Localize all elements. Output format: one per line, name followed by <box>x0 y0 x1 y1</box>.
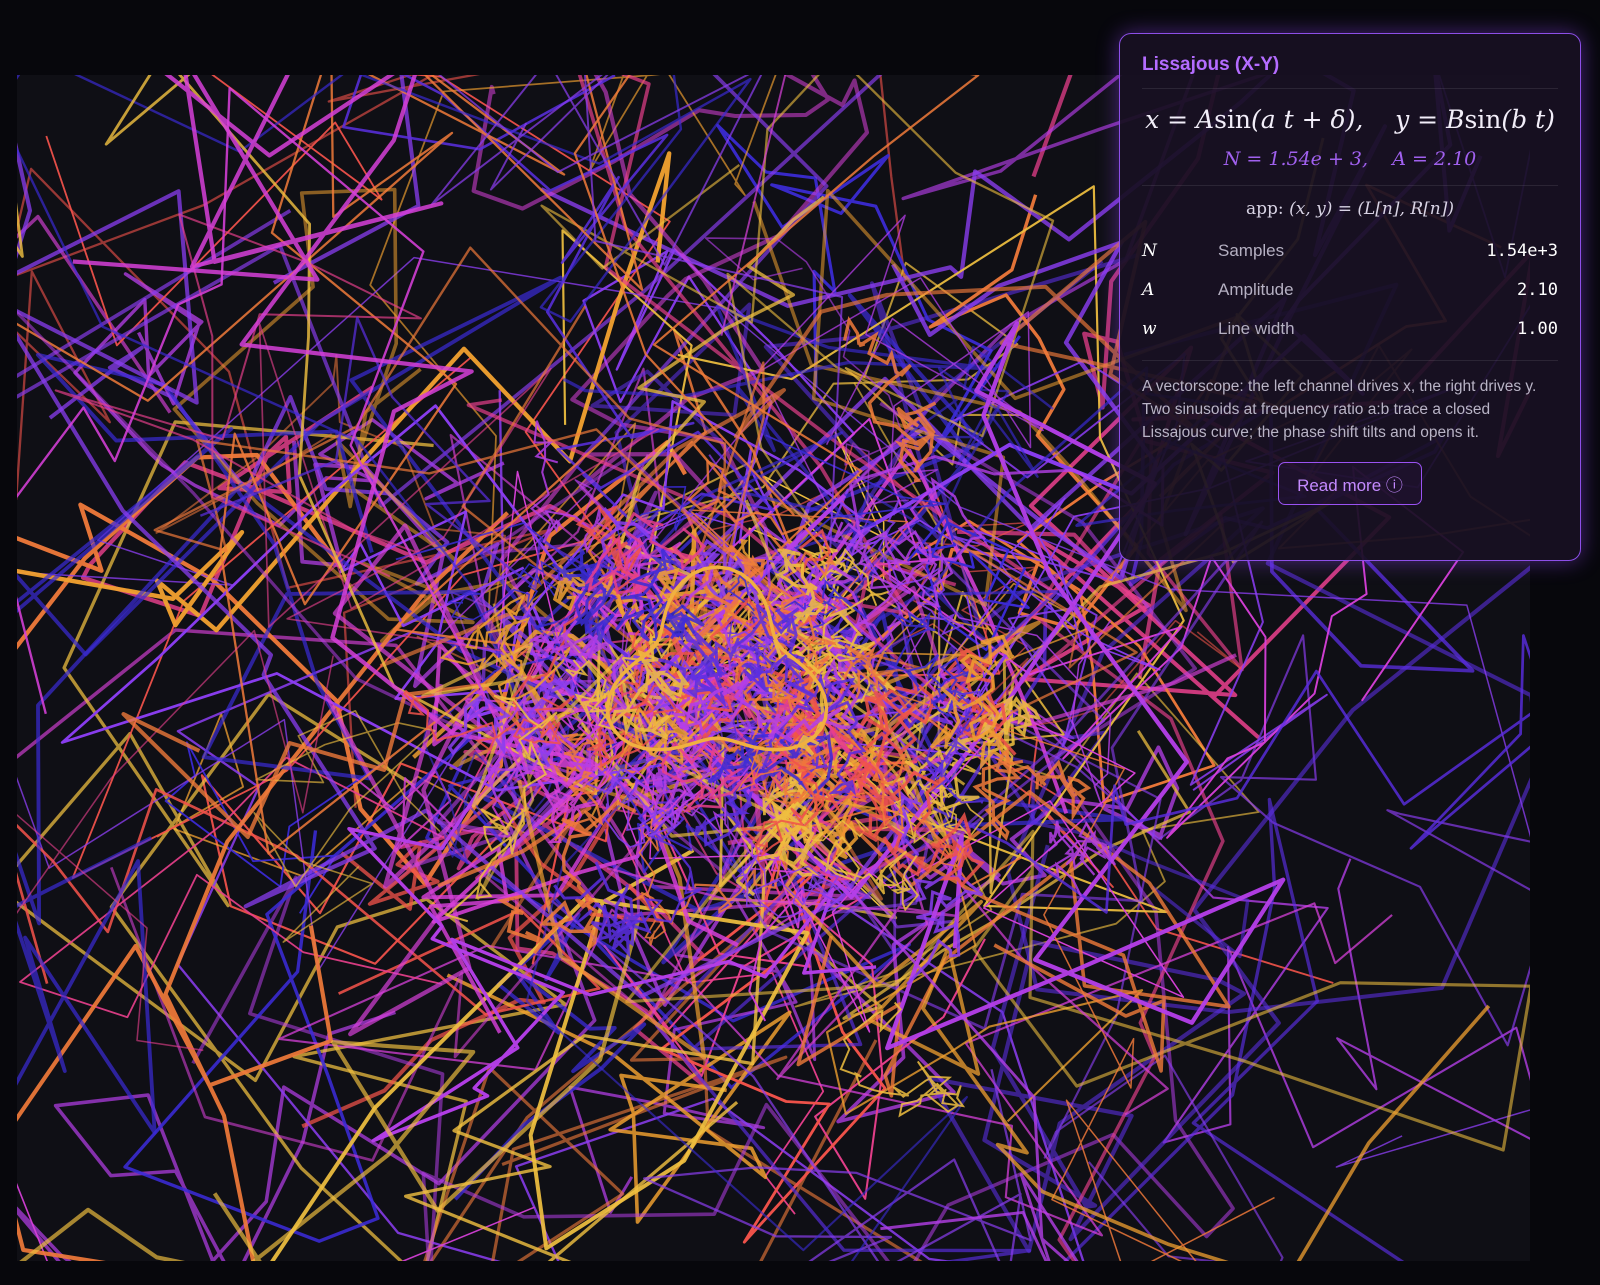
formula-x-arg: (a t + δ), <box>1251 105 1364 134</box>
formula-x-lhs: x <box>1145 105 1160 134</box>
param-symbol: A <box>1142 279 1155 300</box>
app-mapping: app: (x, y) = (L[n], R[n]) <box>1142 199 1558 219</box>
formula: x = Asin(a t + δ), y = Bsin(b t) <box>1142 105 1558 134</box>
app-prefix: app: <box>1246 199 1290 219</box>
param-label: Amplitude <box>1218 279 1294 299</box>
info-panel: Lissajous (X-Y) x = Asin(a t + δ), y = B… <box>1119 33 1581 561</box>
formula-y-amp: B <box>1446 105 1465 134</box>
read-more-button[interactable]: Read more ⓘ <box>1278 462 1422 505</box>
param-value: 1.54e+3 <box>1486 240 1558 261</box>
param-value: 1.00 <box>1517 318 1558 339</box>
param-table: N Samples 1.54e+3 A Amplitude 2.10 w Lin… <box>1142 231 1558 348</box>
description: A vectorscope: the left channel drives x… <box>1142 360 1558 444</box>
params-line: N = 1.54e + 3, A = 2.10 <box>1142 148 1558 186</box>
formula-eq: = <box>1167 105 1189 134</box>
param-label: Samples <box>1218 240 1285 260</box>
param-row-line-width: w Line width 1.00 <box>1142 309 1558 348</box>
formula-y-arg: (b t) <box>1501 105 1555 134</box>
param-a: A = 2.10 <box>1392 148 1477 170</box>
param-label: Line width <box>1218 318 1295 338</box>
formula-fn-2: sin <box>1464 105 1502 134</box>
formula-eq-2: = <box>1417 105 1439 134</box>
param-row-amplitude: A Amplitude 2.10 <box>1142 270 1558 309</box>
panel-title: Lissajous (X-Y) <box>1142 54 1558 89</box>
param-symbol: N <box>1142 240 1157 261</box>
param-value: 2.10 <box>1517 279 1558 300</box>
param-symbol: w <box>1142 318 1157 339</box>
param-row-samples: N Samples 1.54e+3 <box>1142 231 1558 270</box>
formula-y-lhs: y <box>1395 105 1410 134</box>
formula-fn: sin <box>1214 105 1252 134</box>
scope-trace-fine <box>1045 820 1117 897</box>
formula-x-amp: A <box>1196 105 1215 134</box>
param-n: N = 1.54e + 3, <box>1223 148 1369 170</box>
app-expr: (x, y) = (L[n], R[n]) <box>1289 199 1454 219</box>
